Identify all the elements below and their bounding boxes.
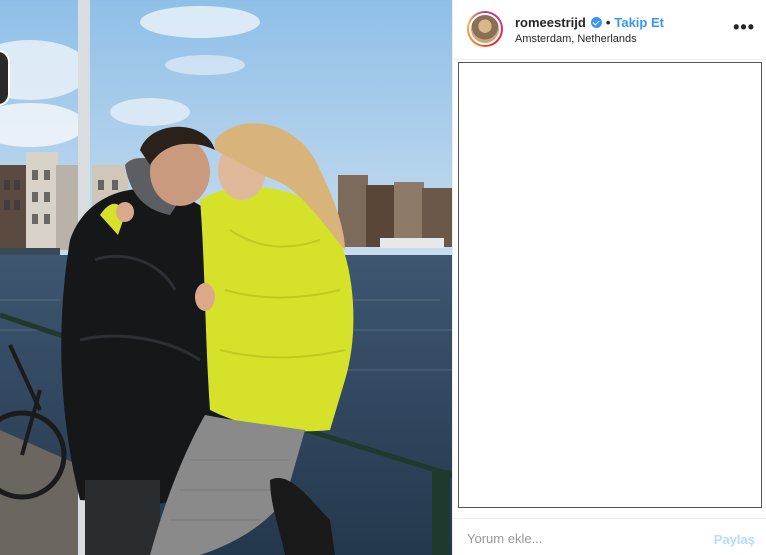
user-line: romeestrijd • Takip Et <box>515 15 664 30</box>
separator-dot: • <box>605 15 611 30</box>
follow-button[interactable]: Takip Et <box>614 15 664 30</box>
more-options-icon[interactable]: ••• <box>733 18 755 36</box>
add-comment-bar: Paylaş <box>453 518 766 555</box>
couple-photo-illustration <box>0 0 452 555</box>
username[interactable]: romeestrijd <box>515 15 586 30</box>
post-photo[interactable] <box>0 0 452 555</box>
post-side-panel: romeestrijd • Takip Et Amsterdam, Nether… <box>452 0 766 555</box>
previous-arrow-icon[interactable] <box>0 50 10 106</box>
post-header: romeestrijd • Takip Et Amsterdam, Nether… <box>453 0 766 60</box>
verified-badge-icon <box>590 17 602 28</box>
location-link[interactable]: Amsterdam, Netherlands <box>515 33 637 45</box>
share-button[interactable]: Paylaş <box>714 532 755 547</box>
avatar[interactable] <box>467 11 503 47</box>
comment-input[interactable] <box>467 527 687 549</box>
comments-area <box>458 62 762 508</box>
avatar-image <box>469 13 501 45</box>
